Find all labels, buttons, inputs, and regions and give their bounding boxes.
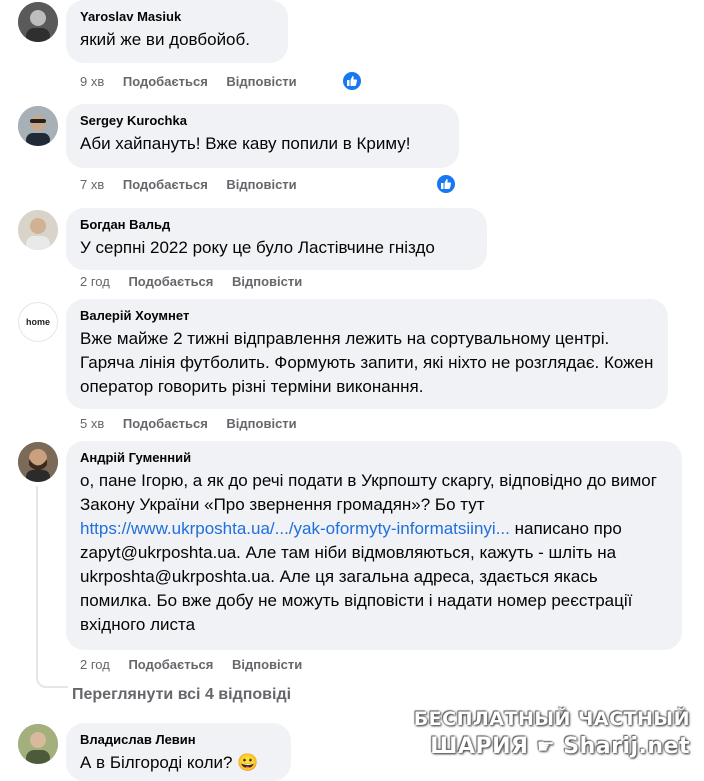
user-photo-icon: [18, 442, 58, 482]
comment-link[interactable]: https://www.ukrposhta.ua/.../yak-oformyt…: [80, 519, 510, 538]
comment-actions: 2 год Подобається Відповісти: [80, 273, 317, 291]
reply-button[interactable]: Відповісти: [226, 176, 296, 194]
comment-bubble: Sergey Kurochka Аби хайпануть! Вже каву …: [66, 104, 459, 168]
thumbs-up-icon: [347, 76, 358, 86]
avatar-logo-text: home: [25, 317, 50, 327]
avatar[interactable]: [18, 2, 58, 42]
grinning-face-icon: 😀: [237, 753, 259, 772]
avatar[interactable]: [18, 442, 58, 482]
avatar[interactable]: home: [18, 302, 58, 342]
comment-actions: 2 год Подобається Відповісти: [80, 656, 317, 674]
comment-text: о, пане Ігорю, а як до речі подати в Укр…: [80, 469, 670, 637]
reply-button[interactable]: Відповісти: [226, 73, 296, 91]
comment-time[interactable]: 2 год: [80, 656, 110, 674]
comment-text: Вже майже 2 тижні відправлення лежить на…: [80, 329, 654, 396]
like-reaction-badge[interactable]: [435, 173, 457, 195]
comment-bubble: Валерій Хоумнет Вже майже 2 тижні відпра…: [66, 299, 668, 409]
thread-line: [36, 486, 68, 688]
comment-bubble: Yaroslav Masiuk який же ви довбойоб.: [66, 0, 288, 63]
comment-actions: 9 хв Подобається Відповісти: [80, 73, 312, 91]
watermark-text: ШАРИЯ: [430, 734, 529, 759]
comment-text: який же ви довбойоб.: [80, 30, 250, 49]
watermark: ШАРИЯ ☛ Sharij.net: [430, 734, 690, 759]
watermark: БЕСПЛАТНЫЙ ЧАСТНЫЙ: [413, 708, 690, 730]
comment-bubble: Андрій Гуменний о, пане Ігорю, а як до р…: [66, 441, 682, 650]
comment-actions: 5 хв Подобається Відповісти: [80, 415, 312, 433]
comment-time[interactable]: 2 год: [80, 273, 110, 291]
comment-time[interactable]: 5 хв: [80, 415, 104, 433]
avatar[interactable]: [18, 724, 58, 764]
comment-actions: 7 хв Подобається Відповісти: [80, 176, 312, 194]
like-reaction-badge[interactable]: [341, 70, 363, 92]
comment-bubble: Владислав Левин А в Білгороді коли? 😀: [66, 723, 291, 781]
like-button[interactable]: Подобається: [123, 176, 208, 194]
comment-author[interactable]: Андрій Гуменний: [80, 449, 670, 466]
comment-time[interactable]: 7 хв: [80, 176, 104, 194]
comment-text-part: о, пане Ігорю, а як до речі подати в Укр…: [80, 471, 657, 514]
watermark-site: Sharij.net: [563, 734, 690, 759]
like-button[interactable]: Подобається: [128, 656, 213, 674]
reply-button[interactable]: Відповісти: [226, 415, 296, 433]
comment-author[interactable]: Yaroslav Masiuk: [80, 8, 276, 25]
user-photo-icon: [18, 210, 58, 250]
like-button[interactable]: Подобається: [128, 273, 213, 291]
reply-button[interactable]: Відповісти: [232, 273, 302, 291]
comment-bubble: Богдан Вальд У серпні 2022 року це було …: [66, 208, 487, 270]
pointing-hand-icon: ☛: [536, 734, 556, 758]
like-button[interactable]: Подобається: [123, 415, 208, 433]
user-photo-icon: [18, 724, 58, 764]
comment-text: А в Білгороді коли? 😀: [80, 751, 279, 775]
comment-author[interactable]: Владислав Левин: [80, 731, 279, 748]
comment-text-part: А в Білгороді коли?: [80, 753, 233, 772]
comment-time[interactable]: 9 хв: [80, 73, 104, 91]
comment-text: Аби хайпануть! Вже каву попили в Криму!: [80, 134, 411, 153]
comment-author[interactable]: Sergey Kurochka: [80, 112, 447, 129]
comment-text: У серпні 2022 року це було Ластівчине гн…: [80, 238, 435, 257]
avatar[interactable]: [18, 210, 58, 250]
avatar[interactable]: [18, 106, 58, 146]
user-photo-icon: [18, 2, 58, 42]
reply-button[interactable]: Відповісти: [232, 656, 302, 674]
comment-author[interactable]: Валерій Хоумнет: [80, 307, 656, 324]
user-photo-icon: [18, 106, 58, 146]
thumbs-up-icon: [441, 179, 452, 189]
like-button[interactable]: Подобається: [123, 73, 208, 91]
view-replies-link[interactable]: Переглянути всі 4 відповіді: [72, 686, 291, 704]
comment-author[interactable]: Богдан Вальд: [80, 216, 475, 233]
